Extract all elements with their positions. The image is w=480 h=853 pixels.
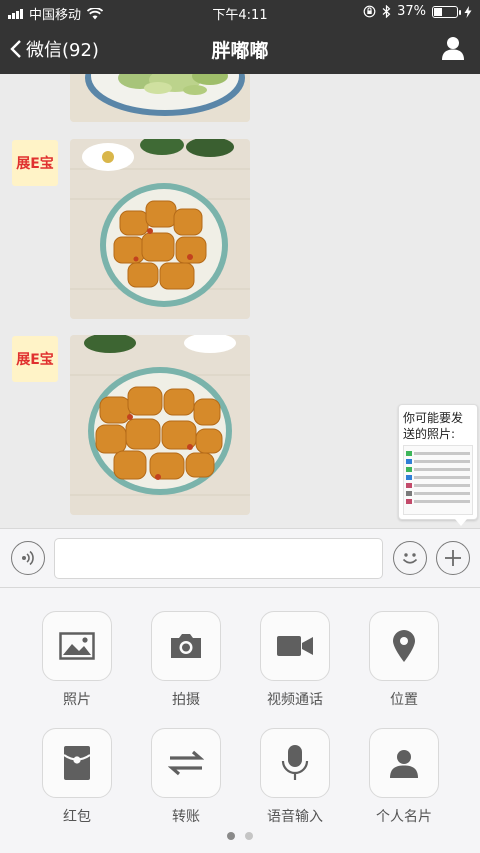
tool-label: 位置 [390,692,418,708]
microphone-icon [281,745,309,780]
video-call-icon [277,636,313,656]
user-icon[interactable] [440,35,466,61]
lock-rotation-icon [363,5,376,18]
tool-label: 语音输入 [267,809,323,825]
chat-area[interactable]: 展E宝 展E宝 你可能要发送的照片: [0,74,480,528]
back-label: 微信(92) [26,40,99,61]
tool-location[interactable]: 位置 [369,611,439,709]
tools-panel: 照片 拍摄 视频通话 位置 红包 转账 语音输入 个人名片 [0,588,480,853]
suggested-photo-text: 你可能要发送的照片: [403,411,464,441]
red-packet-icon [63,746,91,780]
tool-label: 转账 [172,809,200,825]
tool-camera[interactable]: 拍摄 [151,611,221,709]
voice-icon[interactable] [11,541,45,575]
battery-icon [432,5,461,18]
image-message[interactable] [70,139,250,319]
bluetooth-icon [382,5,391,18]
food-photo-cucumber [70,74,250,122]
back-button[interactable]: 微信(92) [10,36,99,62]
camera-icon [171,634,201,658]
message-input[interactable] [54,538,383,579]
tool-photo[interactable]: 照片 [42,611,112,709]
transfer-icon [168,750,204,776]
status-bar: 中国移动 下午4:11 37% [0,0,480,24]
image-message[interactable] [70,74,250,122]
suggested-photo-thumbnail[interactable] [403,445,473,515]
tool-label: 拍摄 [172,692,200,708]
suggested-photo-popup[interactable]: 你可能要发送的照片: [398,404,478,526]
tool-video-call[interactable]: 视频通话 [260,611,330,709]
page-dot-2[interactable] [245,832,253,840]
tool-label: 照片 [63,692,91,708]
avatar[interactable]: 展E宝 [12,140,58,186]
avatar[interactable]: 展E宝 [12,336,58,382]
location-icon [393,630,415,662]
contact-card-icon [390,750,418,778]
chevron-left-icon [10,40,21,58]
charging-icon [464,5,472,18]
image-icon [59,632,95,660]
tool-transfer[interactable]: 转账 [151,728,221,826]
battery-percent: 37% [397,4,426,19]
page-indicator [0,832,480,840]
tool-red-packet[interactable]: 红包 [42,728,112,826]
image-message[interactable] [70,335,250,515]
header: 中国移动 下午4:11 37% 微信(92) 胖嘟嘟 [0,0,480,74]
plus-icon[interactable] [436,541,470,575]
tool-voice-input[interactable]: 语音输入 [260,728,330,826]
page-dot-1[interactable] [227,832,235,840]
input-bar [0,528,480,588]
food-photo-tofu [70,139,250,319]
food-photo-tofu-2 [70,335,250,515]
tool-label: 个人名片 [376,809,432,825]
tool-label: 红包 [63,809,91,825]
tool-label: 视频通话 [267,692,323,708]
emoji-icon[interactable] [393,541,427,575]
tool-contact-card[interactable]: 个人名片 [369,728,439,826]
nav-bar: 微信(92) 胖嘟嘟 [0,24,480,74]
